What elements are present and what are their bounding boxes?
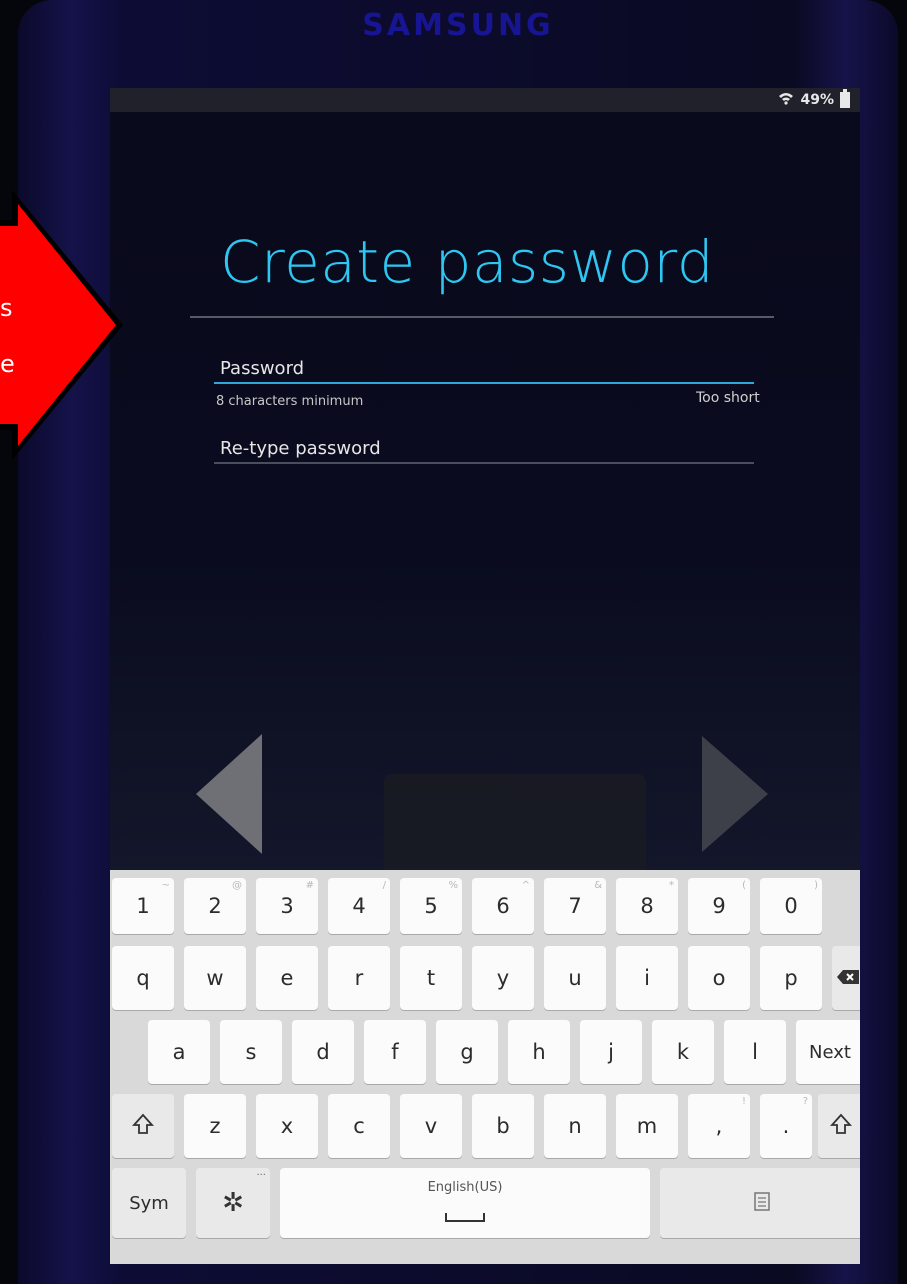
backspace-icon [836,966,860,990]
key-e[interactable]: e [256,946,318,1010]
battery-percent: 49% [800,92,834,108]
key-g[interactable]: g [436,1020,498,1084]
key-1[interactable]: 1 ~ [112,878,174,934]
key-z[interactable]: z [184,1094,246,1158]
clipboard-icon [754,1191,770,1216]
callout-text-line1: s [0,294,13,322]
key-v[interactable]: v [400,1094,462,1158]
screen: 49% Create password Password 8 character… [110,88,860,1264]
key-x[interactable]: x [256,1094,318,1158]
retype-password-field[interactable]: Re-type password [220,438,381,459]
key-s[interactable]: s [220,1020,282,1084]
key-t[interactable]: t [400,946,462,1010]
key-8[interactable]: 8 * [616,878,678,934]
password-field[interactable]: Password [220,358,304,379]
right-shift-key[interactable] [818,1094,860,1158]
gear-icon: ✲ [222,1188,244,1218]
clipboard-key[interactable] [660,1168,860,1238]
tablet-frame: SAMSUNG 49% Create password Password 8 c… [18,0,898,1284]
key-i[interactable]: i [616,946,678,1010]
key-5[interactable]: 5% [400,878,462,934]
page-title: Create password [220,228,715,296]
space-bar-icon [445,1203,485,1227]
key-b[interactable]: b [472,1094,534,1158]
key-u[interactable]: u [544,946,606,1010]
key-3[interactable]: 3 # [256,878,318,934]
battery-icon [840,89,850,108]
key-j[interactable]: j [580,1020,642,1084]
wifi-icon [778,90,794,110]
key-9[interactable]: 9( [688,878,750,934]
next-arrow-icon[interactable] [702,736,768,852]
password-hint: 8 characters minimum [216,394,364,409]
shift-icon [829,1113,853,1140]
key-k[interactable]: k [652,1020,714,1084]
key-d[interactable]: d [292,1020,354,1084]
settings-key[interactable]: ✲ ··· [196,1168,270,1238]
back-arrow-icon[interactable] [196,734,262,854]
next-key[interactable]: Next [796,1020,860,1084]
key-o[interactable]: o [688,946,750,1010]
key-l[interactable]: l [724,1020,786,1084]
key-2[interactable]: 2 @ [184,878,246,934]
key-w[interactable]: w [184,946,246,1010]
left-shift-key[interactable] [112,1094,174,1158]
sym-key[interactable]: Sym [112,1168,186,1238]
key-comma[interactable]: ,! [688,1094,750,1158]
space-language-label: English(US) [427,1179,503,1195]
space-key[interactable]: English(US) [280,1168,650,1238]
status-bar: 49% [110,88,860,112]
key-n[interactable]: n [544,1094,606,1158]
shift-icon [131,1113,155,1140]
title-divider [190,316,774,318]
password-underline [214,382,754,384]
key-0[interactable]: 0) [760,878,822,934]
key-y[interactable]: y [472,946,534,1010]
on-screen-keyboard: 1 ~ 2 @ 3 # 4/ 5% 6 ^ 7 & 8 * 9( 0) q w e r t … [110,870,860,1264]
home-button-reflection [384,774,646,884]
backspace-key[interactable] [832,946,860,1010]
password-strength: Too short [696,390,760,406]
key-f[interactable]: f [364,1020,426,1084]
key-period[interactable]: .? [760,1094,812,1158]
retype-underline [214,462,754,464]
key-h[interactable]: h [508,1020,570,1084]
key-6[interactable]: 6 ^ [472,878,534,934]
key-c[interactable]: c [328,1094,390,1158]
key-m[interactable]: m [616,1094,678,1158]
key-7[interactable]: 7 & [544,878,606,934]
callout-text-line2: e [0,350,15,378]
key-q[interactable]: q [112,946,174,1010]
key-4[interactable]: 4/ [328,878,390,934]
key-r[interactable]: r [328,946,390,1010]
callout-arrow: s e [0,190,125,460]
key-a[interactable]: a [148,1020,210,1084]
brand-logo: SAMSUNG [362,8,554,43]
key-p[interactable]: p [760,946,822,1010]
